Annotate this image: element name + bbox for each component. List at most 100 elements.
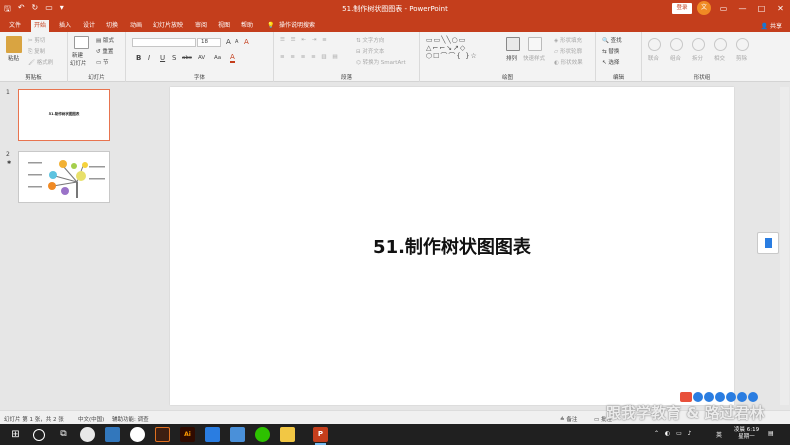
arrange-icon[interactable]	[506, 37, 520, 51]
intersect-icon[interactable]	[714, 38, 727, 51]
grow-font-button[interactable]: A	[226, 38, 231, 46]
quick-styles-label[interactable]: 快速样式	[523, 54, 545, 62]
intersect-label[interactable]: 相交	[714, 54, 725, 62]
ime-skin-icon[interactable]	[737, 392, 747, 402]
tab-view[interactable]: 视图	[215, 20, 233, 32]
section-button[interactable]: ▭ 节	[96, 58, 108, 66]
bold-button[interactable]: B	[136, 54, 141, 62]
copy-button[interactable]: ⎘ 复制	[28, 47, 45, 56]
tab-review[interactable]: 审阅	[192, 20, 210, 32]
slide-thumbnail-2[interactable]	[18, 151, 110, 203]
ribbon-display-button[interactable]: ▭	[714, 0, 733, 18]
edge-icon[interactable]	[105, 427, 120, 442]
new-slide-label[interactable]: 新建	[72, 51, 83, 59]
new-slide-label-2[interactable]: 幻灯片	[70, 59, 87, 67]
union-label[interactable]: 联合	[648, 54, 659, 62]
tell-me-search[interactable]: 操作说明搜索	[276, 20, 318, 32]
windows-start-icon[interactable]: ⊞	[8, 427, 23, 442]
tab-slideshow[interactable]: 幻灯片放映	[150, 20, 186, 32]
powerpoint-taskbar-icon[interactable]: P	[313, 427, 328, 445]
clear-format-button[interactable]: A	[244, 38, 249, 46]
ime-keyboard-icon[interactable]	[726, 392, 736, 402]
ime-tools-icon[interactable]	[748, 392, 758, 402]
notes-button[interactable]: ≙ 备注	[560, 415, 577, 423]
replace-button[interactable]: ⇆ 替换	[602, 47, 619, 55]
vertical-scrollbar[interactable]	[780, 87, 789, 405]
smartart-button[interactable]: ⌬ 转换为 SmartArt	[356, 58, 406, 66]
illustrator-icon[interactable]: Ai	[180, 427, 195, 442]
format-painter-button[interactable]: 🖌 格式刷	[28, 58, 53, 66]
font-size-input[interactable]: 18	[197, 38, 221, 47]
arrange-label[interactable]: 排列	[506, 54, 517, 62]
quick-styles-icon[interactable]	[528, 37, 542, 51]
ime-punct-icon[interactable]	[704, 392, 714, 402]
tab-animations[interactable]: 动画	[127, 20, 145, 32]
char-spacing-button[interactable]: AV	[198, 55, 205, 61]
media-encoder-icon[interactable]	[155, 427, 170, 442]
ime-mic-icon[interactable]	[715, 392, 725, 402]
subtract-icon[interactable]	[736, 38, 749, 51]
tab-home[interactable]: 开始	[31, 20, 50, 32]
union-icon[interactable]	[648, 38, 661, 51]
list-buttons[interactable]: ☰ ☰ ⇤ ⇥ ≡	[280, 37, 329, 43]
minimize-button[interactable]: —	[733, 0, 752, 18]
tab-insert[interactable]: 插入	[56, 20, 74, 32]
strikethrough-button[interactable]: abc	[182, 55, 192, 61]
app-pinwheel-icon[interactable]	[80, 427, 95, 442]
tray-language[interactable]: 英	[716, 430, 722, 439]
fragment-label[interactable]: 拆分	[692, 54, 703, 62]
paste-icon[interactable]	[6, 36, 22, 53]
notification-icon[interactable]: ▤	[768, 430, 774, 437]
paste-label[interactable]: 粘贴	[8, 54, 19, 62]
chrome-icon[interactable]	[130, 427, 145, 442]
layout-button[interactable]: ▤ 版式	[96, 36, 114, 44]
accessibility-status[interactable]: 辅助功能: 调查	[112, 415, 149, 423]
sogou-icon[interactable]	[680, 392, 692, 402]
wechat-icon[interactable]	[255, 427, 270, 442]
find-button[interactable]: 🔍 查找	[602, 36, 622, 44]
side-bookmark-button[interactable]	[757, 232, 779, 254]
system-tray-icons[interactable]: ⌃ ◐ ▭ ♪	[654, 430, 693, 437]
clock[interactable]: 凌晨 6:19 星期一	[734, 427, 759, 441]
login-button[interactable]: 登录	[672, 3, 692, 14]
shadow-text-button[interactable]: S	[172, 54, 176, 62]
avatar[interactable]: 文	[697, 1, 711, 15]
close-button[interactable]: ✕	[771, 0, 790, 18]
subtract-label[interactable]: 剪除	[736, 54, 747, 62]
share-button[interactable]: 👤 共享	[761, 21, 782, 30]
tab-design[interactable]: 设计	[80, 20, 98, 32]
shrink-font-button[interactable]: A	[235, 39, 238, 45]
shape-outline-button[interactable]: ▱ 形状轮廓	[554, 47, 582, 55]
reset-button[interactable]: ↺ 重置	[96, 47, 113, 55]
tab-file[interactable]: 文件	[6, 20, 24, 32]
align-buttons[interactable]: ≡ ≡ ≡ ≡ ▥ ▤	[280, 54, 340, 60]
search-icon[interactable]	[33, 429, 45, 441]
text-direction-button[interactable]: ⇅ 文字方向	[356, 36, 384, 44]
new-slide-icon[interactable]	[74, 36, 89, 49]
slide-title[interactable]: 51.制作树状图图表	[170, 233, 734, 259]
cut-button[interactable]: ✂ 剪切	[28, 36, 45, 44]
change-case-button[interactable]: Aa	[214, 55, 221, 61]
shape-fill-button[interactable]: ◈ 形状填充	[554, 36, 582, 44]
slide-thumbnail-1[interactable]: 51.制作树状图图表	[18, 89, 110, 141]
shapes-gallery[interactable]: ▭▭╲╲○▭ △⌐⌐↘↗◇ ⬡☐⌒⌒{ }☆	[426, 36, 478, 60]
font-color-button[interactable]: A	[230, 54, 235, 63]
maximize-button[interactable]: □	[752, 0, 771, 18]
app-blue-icon[interactable]	[205, 427, 220, 442]
font-name-input[interactable]	[132, 38, 196, 47]
ime-mode-icon[interactable]	[693, 392, 703, 402]
language-status[interactable]: 中文(中国)	[78, 415, 104, 423]
underline-button[interactable]: U	[160, 54, 165, 62]
fragment-icon[interactable]	[692, 38, 705, 51]
folder-icon[interactable]	[280, 427, 295, 442]
select-button[interactable]: ↖ 选择	[602, 58, 619, 66]
tab-transitions[interactable]: 切换	[103, 20, 121, 32]
slide-canvas[interactable]: 51.制作树状图图表	[170, 87, 734, 405]
combine-icon[interactable]	[670, 38, 683, 51]
monitor-icon[interactable]	[230, 427, 245, 442]
task-view-icon[interactable]: ⧉	[56, 427, 71, 442]
align-text-button[interactable]: ⊟ 对齐文本	[356, 47, 384, 55]
tab-help[interactable]: 帮助	[238, 20, 256, 32]
combine-label[interactable]: 组合	[670, 54, 681, 62]
italic-button[interactable]: I	[148, 54, 150, 62]
